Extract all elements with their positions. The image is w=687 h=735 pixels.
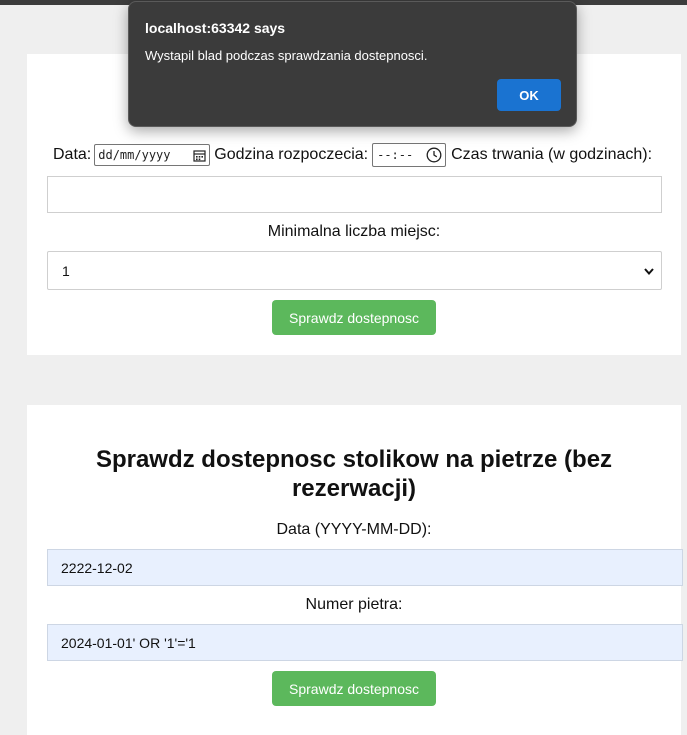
duration-label: Czas trwania (w godzinach):: [451, 146, 653, 163]
date-ymd-input[interactable]: 2222-12-02: [47, 549, 683, 586]
section-title: Sprawdz dostepnosc stolikow na pietrze (…: [95, 446, 613, 502]
floor-availability-card: Sprawdz dostepnosc stolikow na pietrze (…: [27, 405, 683, 735]
date-placeholder: dd/mm/yyyy: [98, 148, 171, 162]
min-seats-value: 1: [62, 262, 70, 279]
date-time-row: Data: dd/mm/yyyy Godzina rozpoczecia: --…: [53, 142, 652, 168]
floor-number-label: Numer pietra:: [305, 596, 403, 613]
start-time-label: Godzina rozpoczecia:: [214, 146, 369, 163]
floor-number-input[interactable]: 2024-01-01' OR '1'='1: [47, 624, 683, 661]
clock-icon[interactable]: [426, 147, 442, 163]
min-seats-select[interactable]: 1: [47, 251, 662, 290]
start-time-input[interactable]: --:--: [372, 143, 447, 167]
calendar-icon[interactable]: [193, 149, 206, 162]
date-ymd-value: 2222-12-02: [61, 559, 133, 576]
check-availability-button[interactable]: Sprawdz dostepnosc: [272, 300, 436, 335]
dialog-ok-button[interactable]: OK: [497, 79, 561, 111]
chevron-down-icon: [644, 267, 654, 275]
dialog-message: Wystapil blad podczas sprawdzania dostep…: [145, 48, 428, 63]
date-input[interactable]: dd/mm/yyyy: [94, 144, 211, 166]
duration-input[interactable]: [47, 176, 662, 213]
time-placeholder: --:--: [377, 148, 414, 162]
alert-dialog: localhost:63342 says Wystapil blad podcz…: [128, 1, 577, 127]
floor-number-value: 2024-01-01' OR '1'='1: [61, 634, 196, 651]
min-seats-label: Minimalna liczba miejsc:: [267, 223, 441, 240]
date-label: Data:: [53, 146, 92, 163]
check-floor-availability-button[interactable]: Sprawdz dostepnosc: [272, 671, 436, 706]
dialog-title: localhost:63342 says: [145, 20, 286, 36]
date-ymd-label: Data (YYYY-MM-DD):: [276, 521, 432, 538]
